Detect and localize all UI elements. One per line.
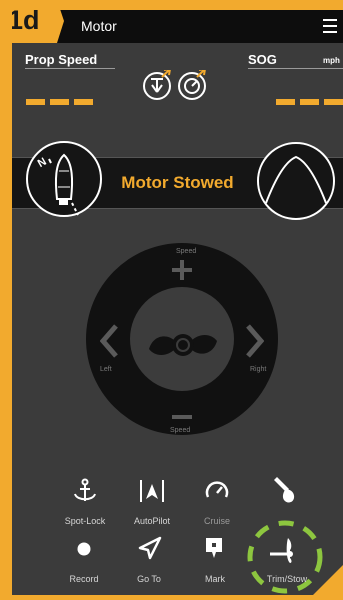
- sog-label: SOG: [248, 52, 277, 67]
- steer-right-icon[interactable]: [244, 324, 265, 358]
- prop-speed-label: Prop Speed: [25, 52, 98, 67]
- trim-stow-label: Trim/Stow: [266, 574, 308, 584]
- steer-left-icon[interactable]: [99, 324, 120, 358]
- step-badge: 1d: [12, 10, 76, 43]
- step-number: 1d: [12, 10, 40, 35]
- speed-up-icon[interactable]: [172, 260, 192, 280]
- steer-left-label: Left: [100, 366, 112, 373]
- speedometer-icon[interactable]: [204, 478, 230, 504]
- sog-underline: [248, 68, 343, 69]
- wrench-icon[interactable]: [269, 476, 299, 506]
- navigate-arrow-icon[interactable]: [136, 536, 162, 562]
- record-dot-icon[interactable]: [76, 541, 92, 557]
- page-title: Motor: [81, 18, 117, 34]
- record-label: Record: [69, 574, 99, 584]
- boat-heading-gauge[interactable]: N: [26, 141, 104, 219]
- steering-mode-icon[interactable]: [142, 67, 172, 100]
- motor-screen: Motor 1d Prop Speed SOG mph Motor Stowed…: [12, 10, 343, 595]
- waypoint-mark-icon[interactable]: [204, 536, 224, 562]
- hamburger-menu-icon[interactable]: [323, 19, 337, 33]
- spot-lock-label: Spot-Lock: [64, 516, 106, 526]
- speed-down-label: Speed: [170, 427, 191, 434]
- prop-speed-underline: [25, 68, 115, 69]
- speed-mode-icon[interactable]: [177, 67, 207, 100]
- speed-down-icon[interactable]: [172, 408, 192, 419]
- speed-up-label: Speed: [176, 248, 197, 255]
- propeller-icon: [145, 327, 221, 363]
- sog-unit: mph: [323, 56, 340, 65]
- mark-label: Mark: [205, 574, 225, 584]
- autopilot-icon[interactable]: [138, 478, 166, 504]
- cruise-label: Cruise: [203, 516, 230, 526]
- motor-angle-gauge[interactable]: [256, 141, 336, 221]
- anchor-icon[interactable]: [72, 478, 98, 504]
- goto-label: Go To: [137, 574, 161, 584]
- steer-right-label: Right: [250, 366, 267, 373]
- autopilot-label: AutoPilot: [133, 516, 171, 526]
- corner-accent: [313, 565, 343, 595]
- trim-stow-icon[interactable]: [268, 536, 300, 564]
